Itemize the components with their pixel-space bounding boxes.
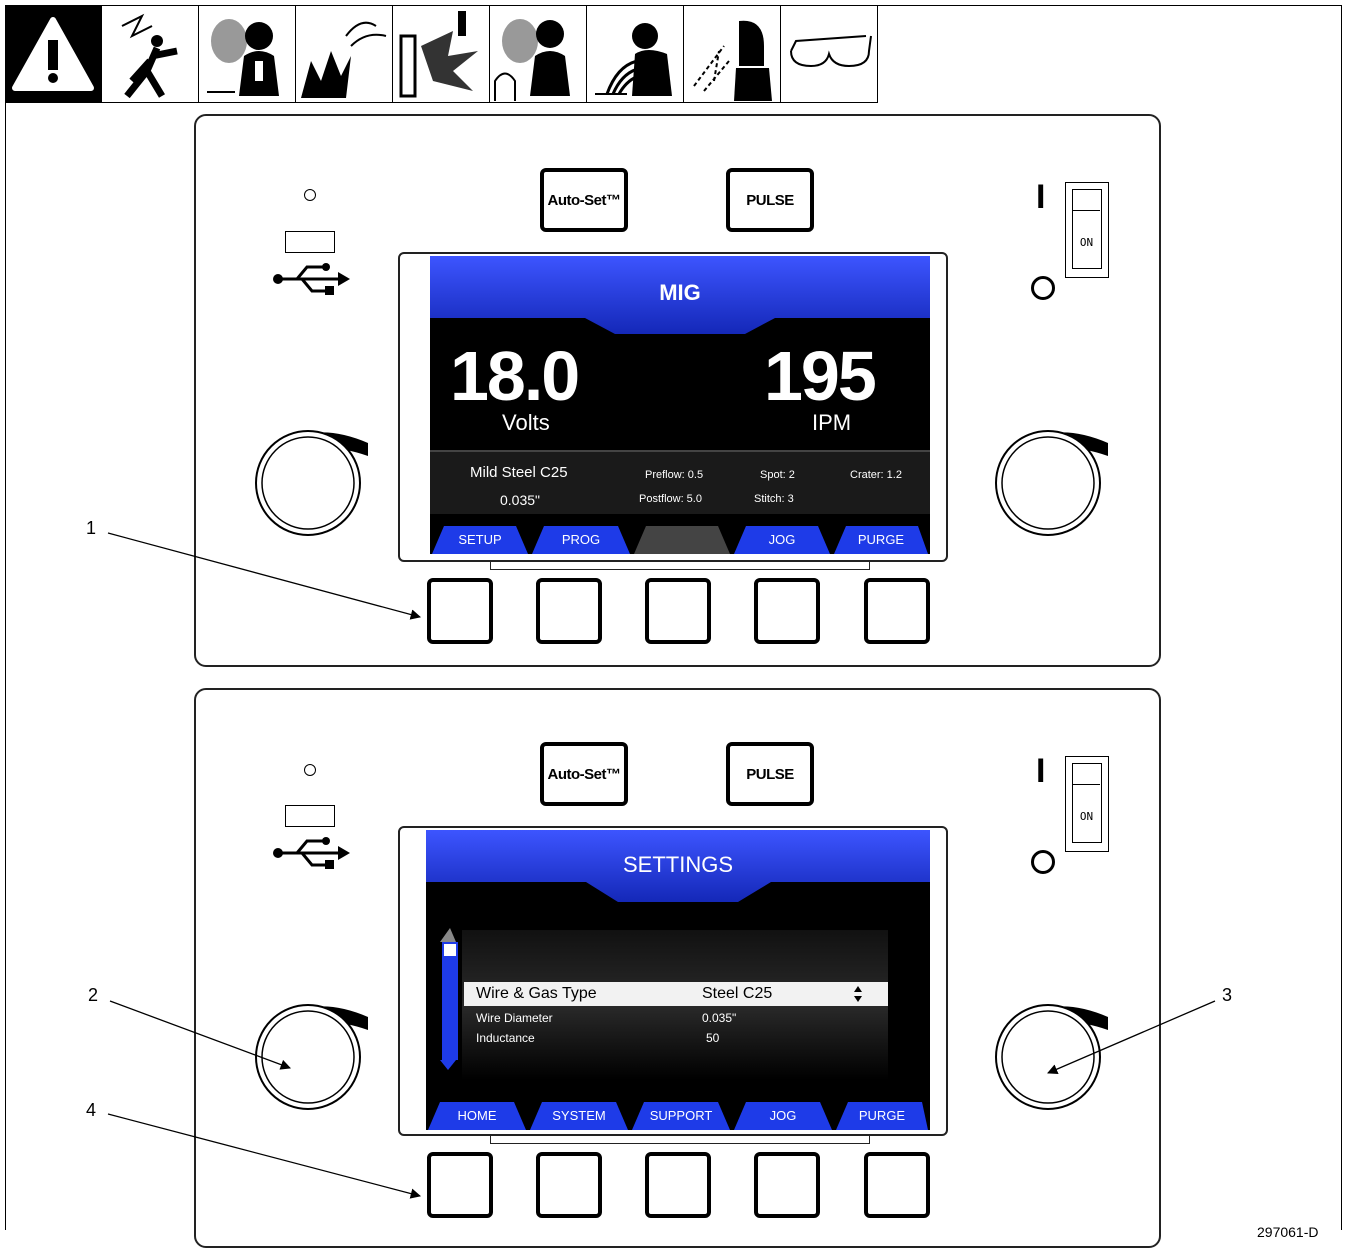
figure-id: 297061-D bbox=[1257, 1224, 1319, 1240]
callout-3: 3 bbox=[1222, 985, 1233, 1005]
callout-2: 2 bbox=[88, 985, 99, 1005]
callout-1: 1 bbox=[86, 518, 97, 538]
callout-4: 4 bbox=[86, 1100, 97, 1120]
callout-leader-lines bbox=[107, 532, 1216, 1199]
